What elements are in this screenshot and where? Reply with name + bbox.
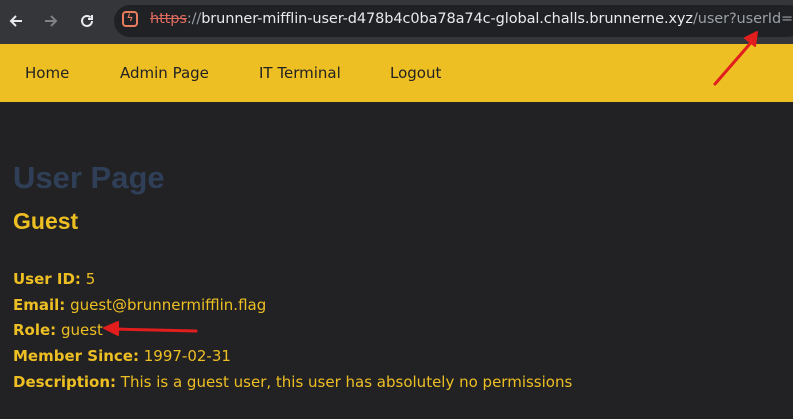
site-info-icon[interactable]: ϟ	[122, 11, 138, 27]
browser-toolbar: ϟ https://brunner-mifflin-user-d478b4c0b…	[0, 0, 793, 44]
user-name-heading: Guest	[13, 208, 79, 234]
url-separator: ://	[186, 11, 202, 27]
field-description: Description: This is a guest user, this …	[13, 373, 572, 391]
reload-icon	[81, 14, 93, 27]
field-label: User ID:	[13, 270, 81, 288]
field-label: Member Since:	[13, 347, 139, 365]
field-role: Role: guest	[13, 321, 103, 339]
field-value: guest@brunnermifflin.flag	[70, 296, 267, 314]
field-user-id: User ID: 5	[13, 270, 95, 288]
forward-button[interactable]	[37, 7, 65, 35]
field-value: This is a guest user, this user has abso…	[120, 373, 573, 391]
reload-button[interactable]	[73, 7, 101, 35]
url-text[interactable]: https://brunner-mifflin-user-d478b4c0ba7…	[150, 11, 793, 27]
field-value: guest	[60, 321, 103, 339]
arrow-left-icon	[9, 15, 22, 27]
annotation-arrow-url-icon	[713, 31, 758, 86]
arrow-right-icon	[45, 15, 58, 27]
field-label: Email:	[13, 296, 66, 314]
annotation-arrow-role-icon	[103, 321, 198, 336]
field-label: Description:	[13, 373, 117, 391]
address-bar[interactable]: ϟ https://brunner-mifflin-user-d478b4c0b…	[114, 5, 793, 37]
field-value: 5	[85, 270, 96, 288]
nav-logout-link[interactable]: Logout	[390, 64, 441, 82]
url-host: brunner-mifflin-user-d478b4c0ba78a74c-gl…	[201, 11, 693, 27]
nav-admin-link[interactable]: Admin Page	[120, 64, 209, 82]
site-navbar: Home Admin Page IT Terminal Logout	[0, 44, 793, 102]
field-member-since: Member Since: 1997-02-31	[13, 347, 231, 365]
nav-it-terminal-link[interactable]: IT Terminal	[259, 64, 341, 82]
field-label: Role:	[13, 321, 57, 339]
back-button[interactable]	[2, 7, 30, 35]
url-scheme: https	[150, 11, 187, 27]
nav-home-link[interactable]: Home	[25, 64, 69, 82]
field-email: Email: guest@brunnermifflin.flag	[13, 296, 266, 314]
field-value: 1997-02-31	[143, 347, 231, 365]
page-title: User Page	[13, 160, 165, 195]
